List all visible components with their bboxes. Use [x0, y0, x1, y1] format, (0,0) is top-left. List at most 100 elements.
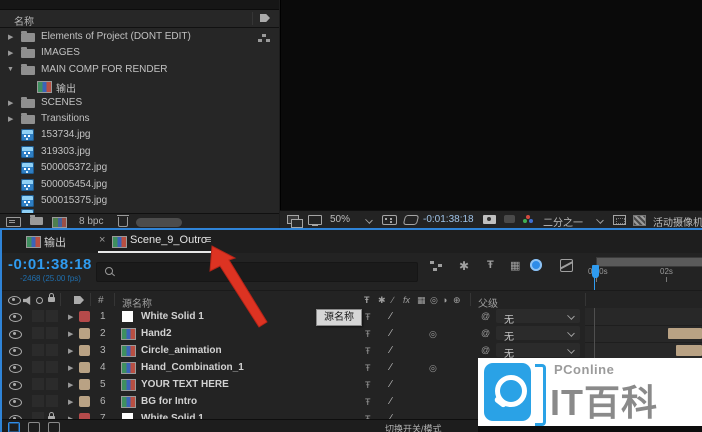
eye-icon[interactable]	[9, 313, 22, 322]
project-item-label[interactable]: Transitions	[41, 113, 90, 124]
current-timecode[interactable]: -0:01:38:18	[8, 256, 92, 273]
layer-row-2[interactable]: ▶ 2 Hand2 Ŧ ∕ ◎ @ 无	[2, 325, 585, 343]
label-color-swatch[interactable]	[79, 328, 90, 339]
hide-shy-layers-icon[interactable]: Ŧ	[487, 259, 494, 271]
motion-blur-switch-icon[interactable]: ◎	[429, 363, 437, 374]
shy-switch-icon[interactable]: Ŧ	[365, 397, 371, 407]
audio-column-speaker-icon[interactable]	[23, 296, 32, 305]
quality-switch-icon[interactable]: ∕	[390, 311, 392, 322]
eye-icon[interactable]	[9, 364, 22, 373]
quality-switch-icon[interactable]: ∕	[390, 345, 392, 356]
twirl-arrow-icon[interactable]: ▶	[68, 398, 73, 406]
parent-dropdown[interactable]: 无	[496, 343, 580, 357]
project-item-folder[interactable]: ▼ MAIN COMP FOR RENDER	[0, 62, 279, 78]
collapse-arrow-icon[interactable]: ▶	[8, 99, 13, 107]
video-column-eye-icon[interactable]	[8, 296, 21, 305]
viewer-timecode[interactable]: -0:01:38:18	[423, 214, 474, 225]
project-item-label[interactable]: SCENES	[41, 97, 82, 108]
project-item-label[interactable]: MAIN COMP FOR RENDER	[41, 64, 168, 75]
project-name-column-header[interactable]: 名称	[0, 10, 279, 28]
new-composition-icon[interactable]	[52, 217, 67, 228]
chevron-down-icon[interactable]	[365, 216, 373, 224]
expand-transfer-controls-icon[interactable]	[28, 422, 40, 432]
resolution-value[interactable]: 二分之一	[543, 214, 583, 229]
footer-slider[interactable]	[136, 218, 182, 227]
project-item-footage[interactable]: 500005454.jpg	[0, 177, 279, 193]
eye-icon[interactable]	[9, 398, 22, 407]
layer-name[interactable]: White Solid 1	[141, 311, 204, 322]
tag-icon[interactable]	[260, 14, 270, 22]
project-item-folder[interactable]: ▶ IMAGES	[0, 45, 279, 61]
twirl-arrow-icon[interactable]: ▶	[68, 364, 73, 372]
quality-switch-icon[interactable]: ∕	[390, 396, 392, 407]
layer-duration-bar[interactable]	[676, 345, 702, 356]
layer-duration-bar[interactable]	[668, 328, 702, 339]
transparency-grid-icon[interactable]	[633, 215, 646, 226]
collapse-arrow-icon[interactable]: ▶	[8, 33, 13, 41]
project-item-comp[interactable]: 输出	[0, 78, 279, 94]
work-area-bar[interactable]	[596, 257, 702, 267]
grid-guides-icon[interactable]	[382, 215, 397, 225]
collapse-arrow-icon[interactable]: ▶	[8, 49, 13, 57]
mask-visibility-icon[interactable]	[403, 215, 419, 225]
project-item-label[interactable]: IMAGES	[41, 47, 80, 58]
label-column-tag-icon[interactable]	[74, 296, 84, 304]
layer-row-1[interactable]: ▶ 1 White Solid 1 Ŧ ∕ @ 无	[2, 308, 585, 326]
view-layout-value[interactable]: 活动摄像机	[653, 214, 702, 229]
project-item-label[interactable]: 输出	[56, 80, 76, 95]
main-view-icon[interactable]	[308, 215, 322, 225]
parent-dropdown[interactable]: 无	[496, 326, 580, 340]
shy-switch-icon[interactable]: Ŧ	[364, 295, 370, 305]
layer-name[interactable]: Hand2	[141, 328, 172, 339]
tab-output[interactable]: 输出	[44, 234, 66, 250]
panel-menu-icon[interactable]: ≡	[205, 234, 211, 246]
project-item-folder[interactable]: ▶ Elements of Project (DONT EDIT)	[0, 29, 279, 45]
solo-column-icon[interactable]	[36, 297, 43, 304]
project-item-footage[interactable]: 500005372.jpg	[0, 160, 279, 176]
shy-switch-icon[interactable]: Ŧ	[365, 363, 371, 373]
quality-switch-icon[interactable]: ∕	[390, 362, 392, 373]
chevron-down-icon[interactable]	[596, 216, 604, 224]
expand-arrow-icon[interactable]: ▼	[7, 66, 14, 73]
project-item-footage[interactable]: 319303.jpg	[0, 144, 279, 160]
channels-icon[interactable]	[522, 215, 534, 225]
3d-layer-icon[interactable]: ⊕	[453, 295, 461, 306]
interpret-footage-icon[interactable]	[6, 217, 21, 227]
shy-switch-icon[interactable]: Ŧ	[365, 380, 371, 390]
region-of-interest-icon[interactable]	[613, 215, 626, 225]
layer-name[interactable]: BG for Intro	[141, 396, 197, 407]
eye-icon[interactable]	[9, 330, 22, 339]
expand-layer-switches-icon[interactable]	[8, 422, 20, 432]
motion-blur-switch-icon[interactable]: ◎	[429, 329, 437, 340]
number-column-header[interactable]: #	[98, 295, 104, 306]
lock-column-icon[interactable]	[48, 297, 55, 302]
twirl-arrow-icon[interactable]: ▶	[68, 330, 73, 338]
shy-switch-icon[interactable]: Ŧ	[365, 329, 371, 339]
graph-editor-icon[interactable]	[560, 259, 573, 272]
quality-switch-icon[interactable]: ∕	[390, 328, 392, 339]
quality-switch-icon[interactable]: ∕	[392, 295, 394, 305]
project-item-label[interactable]: 319303.jpg	[41, 146, 91, 157]
snapshot-camera-icon[interactable]	[483, 215, 496, 224]
project-item-label[interactable]: 500015375.jpg	[41, 195, 107, 206]
pickwhip-icon[interactable]: @	[481, 345, 490, 355]
bit-depth-label[interactable]: 8 bpc	[79, 216, 103, 227]
layer-name[interactable]: Hand_Combination_1	[141, 362, 244, 373]
collapse-transform-icon[interactable]: ✱	[378, 295, 386, 306]
label-color-swatch[interactable]	[79, 345, 90, 356]
label-color-swatch[interactable]	[79, 362, 90, 373]
label-color-swatch[interactable]	[79, 311, 90, 322]
project-item-folder[interactable]: ▶ Transitions	[0, 111, 279, 127]
tab-scene9outro[interactable]: Scene_9_Outro	[130, 234, 207, 246]
motion-blur-icon[interactable]	[530, 259, 542, 271]
pickwhip-icon[interactable]: @	[481, 328, 490, 338]
expand-inout-panes-icon[interactable]	[48, 422, 60, 432]
twirl-arrow-icon[interactable]: ▶	[68, 381, 73, 389]
motion-blur-switch-icon[interactable]: ◎	[430, 295, 438, 306]
shy-switch-icon[interactable]: Ŧ	[365, 346, 371, 356]
parent-dropdown[interactable]: 无	[496, 309, 580, 323]
composition-viewer[interactable]	[280, 0, 702, 210]
project-item-label[interactable]: 153734.jpg	[41, 129, 91, 140]
draft-3d-icon[interactable]: ✱	[459, 259, 469, 273]
twirl-arrow-icon[interactable]: ▶	[68, 313, 73, 321]
